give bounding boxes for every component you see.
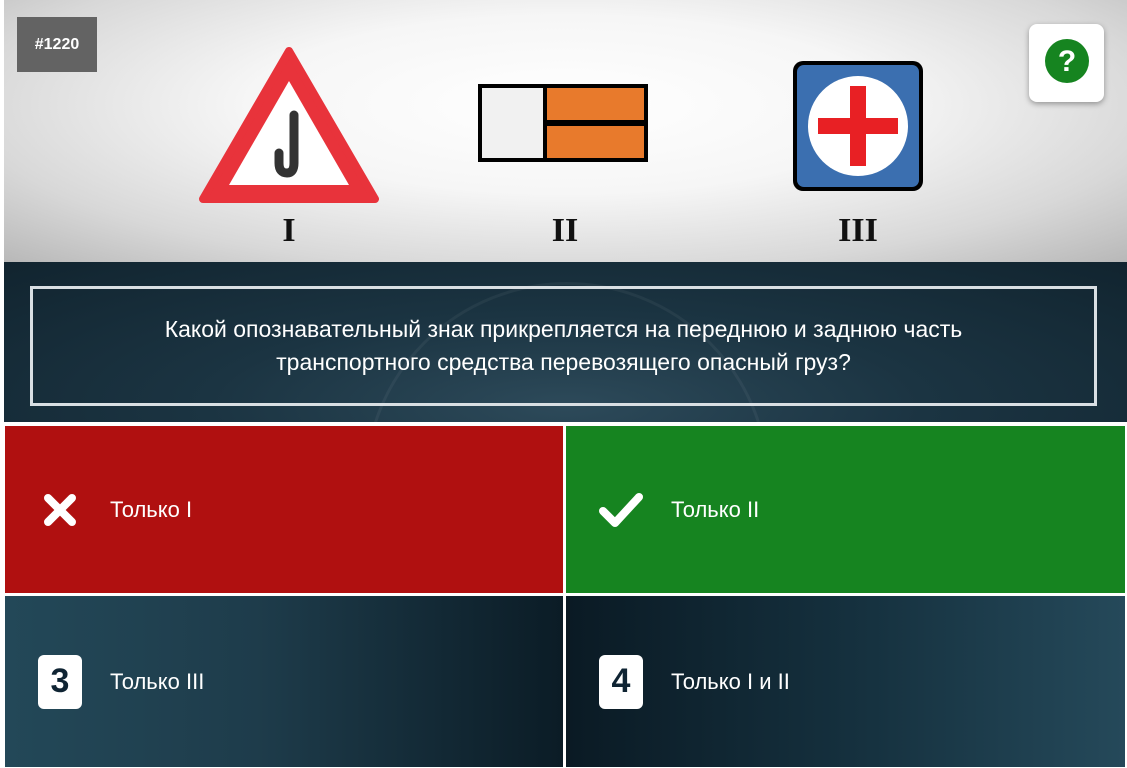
answer-label: Только II: [671, 496, 760, 522]
question-text: Какой опознавательный знак прикрепляется…: [164, 316, 963, 375]
answer-number-badge: 3: [37, 654, 83, 709]
sign-numeral-3: III: [838, 212, 878, 249]
question-box: Какой опознавательный знак прикрепляется…: [30, 286, 1097, 406]
answer-option-3[interactable]: 3 Только III: [5, 596, 563, 767]
answer-number: 4: [599, 654, 643, 709]
answer-option-1[interactable]: Только I: [5, 426, 563, 593]
orange-plate-sign-icon: [476, 82, 650, 169]
sign-numeral-1: I: [282, 212, 296, 249]
red-cross-sign-icon: [791, 59, 925, 198]
answer-number-badge: 4: [598, 654, 644, 709]
answer-label: Только I: [110, 496, 193, 522]
warning-triangle-sign-icon: [199, 45, 379, 210]
answer-number: 3: [38, 654, 82, 709]
sign-numeral-2: II: [551, 212, 579, 249]
question-id-badge: #1220: [17, 17, 97, 72]
answer-label: Только III: [110, 668, 205, 694]
check-icon: [598, 483, 644, 537]
svg-text:?: ?: [1057, 45, 1075, 78]
question-mark-icon: ?: [1044, 38, 1090, 89]
answer-option-2[interactable]: Только II: [566, 426, 1125, 593]
answer-option-4[interactable]: 4 Только I и II: [566, 596, 1125, 767]
help-button[interactable]: ?: [1029, 24, 1104, 102]
cross-icon: [37, 483, 83, 537]
answer-label: Только I и II: [671, 668, 790, 694]
